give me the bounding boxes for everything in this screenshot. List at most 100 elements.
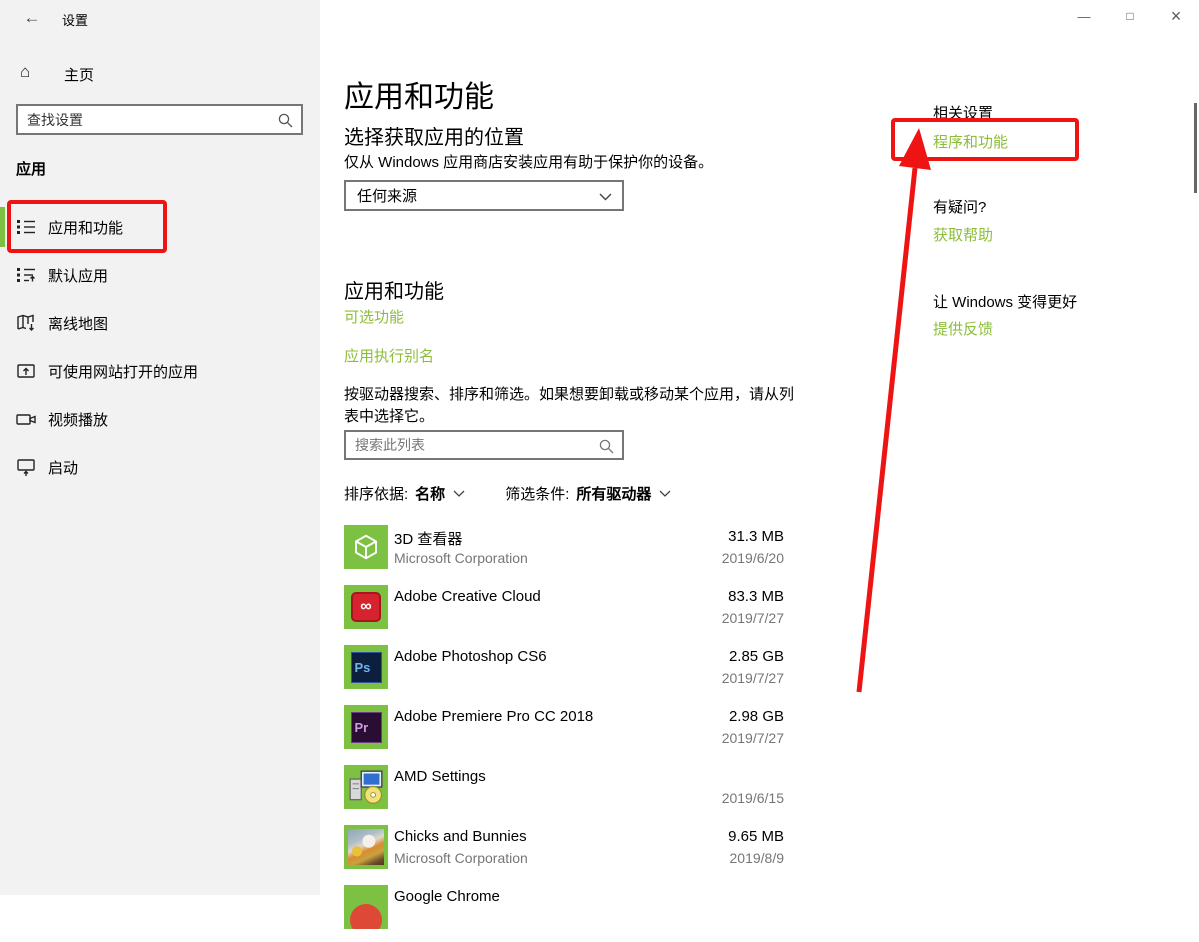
search-icon bbox=[598, 438, 615, 455]
sidebar-nav: 应用和功能 默认应用 离线地图 可使用网站打开的应用 视频播放 启动 bbox=[0, 203, 320, 491]
photo-thumbnail-icon bbox=[348, 829, 384, 865]
app-date: 2019/7/27 bbox=[722, 610, 784, 626]
app-name: Chicks and Bunnies bbox=[394, 828, 527, 845]
chevron-down-icon bbox=[599, 193, 612, 201]
close-button[interactable]: × bbox=[1153, 0, 1199, 32]
install-source-dropdown[interactable]: 任何来源 bbox=[344, 180, 624, 211]
photoshop-icon: Ps bbox=[351, 652, 382, 683]
sidebar-item-apps-websites[interactable]: 可使用网站打开的应用 bbox=[0, 347, 320, 395]
sidebar-item-label: 启动 bbox=[48, 457, 78, 478]
app-icon bbox=[344, 825, 388, 869]
chrome-icon bbox=[350, 904, 382, 929]
video-camera-icon bbox=[15, 408, 37, 430]
app-icon bbox=[344, 765, 388, 809]
apps-search-box bbox=[344, 430, 624, 460]
sidebar-item-label: 应用和功能 bbox=[48, 217, 123, 238]
app-row[interactable]: AMD Settings 2019/6/15 bbox=[344, 762, 784, 822]
app-size: 2.98 GB bbox=[729, 708, 784, 725]
settings-search-box bbox=[16, 104, 303, 135]
make-windows-better-heading: 让 Windows 变得更好 bbox=[933, 291, 1077, 312]
settings-search-input[interactable] bbox=[18, 106, 301, 133]
sidebar-item-label: 可使用网站打开的应用 bbox=[48, 361, 198, 382]
filter-label: 筛选条件: bbox=[505, 483, 569, 504]
app-date: 2019/6/15 bbox=[722, 790, 784, 806]
app-row[interactable]: Google Chrome bbox=[344, 882, 784, 942]
app-icon bbox=[344, 525, 388, 569]
page-title: 应用和功能 bbox=[344, 72, 494, 116]
sidebar-item-label: 视频播放 bbox=[48, 409, 108, 430]
app-row[interactable]: Ps Adobe Photoshop CS6 2.85 GB 2019/7/27 bbox=[344, 642, 784, 702]
selected-accent-bar bbox=[0, 207, 5, 247]
home-icon: ⌂ bbox=[20, 62, 30, 82]
app-name: 3D 查看器 bbox=[394, 528, 462, 549]
related-settings-heading: 相关设置 bbox=[933, 102, 993, 123]
sidebar-item-video-playback[interactable]: 视频播放 bbox=[0, 395, 320, 443]
apps-list: 3D 查看器 Microsoft Corporation 31.3 MB 201… bbox=[344, 522, 784, 942]
optional-features-link[interactable]: 可选功能 bbox=[344, 306, 404, 327]
window-title: 设置 bbox=[62, 10, 88, 29]
app-date: 2019/7/27 bbox=[722, 730, 784, 746]
app-name: Adobe Creative Cloud bbox=[394, 588, 541, 605]
minimize-button[interactable]: — bbox=[1061, 0, 1107, 32]
dropdown-selected-value: 任何来源 bbox=[357, 185, 417, 206]
scrollbar-thumb[interactable] bbox=[1194, 103, 1197, 193]
window-controls: — □ × bbox=[1061, 0, 1199, 32]
app-icon: ∞ bbox=[344, 585, 388, 629]
cube-3d-icon bbox=[351, 532, 381, 562]
app-publisher: Microsoft Corporation bbox=[394, 850, 528, 866]
app-name: AMD Settings bbox=[394, 768, 486, 785]
installer-icon bbox=[347, 768, 385, 806]
sidebar-item-offline-maps[interactable]: 离线地图 bbox=[0, 299, 320, 347]
app-size: 31.3 MB bbox=[728, 528, 784, 545]
app-icon: Ps bbox=[344, 645, 388, 689]
get-help-link[interactable]: 获取帮助 bbox=[933, 224, 993, 245]
app-row[interactable]: Chicks and Bunnies Microsoft Corporation… bbox=[344, 822, 784, 882]
premiere-icon: Pr bbox=[351, 712, 382, 743]
app-row[interactable]: ∞ Adobe Creative Cloud 83.3 MB 2019/7/27 bbox=[344, 582, 784, 642]
sidebar-section-label: 应用 bbox=[16, 158, 46, 179]
sidebar-item-label: 离线地图 bbox=[48, 313, 108, 334]
box-arrow-up-icon bbox=[15, 360, 37, 382]
app-size: 2.85 GB bbox=[729, 648, 784, 665]
filter-value-dropdown[interactable]: 所有驱动器 bbox=[576, 483, 651, 504]
app-row[interactable]: 3D 查看器 Microsoft Corporation 31.3 MB 201… bbox=[344, 522, 784, 582]
app-row[interactable]: Pr Adobe Premiere Pro CC 2018 2.98 GB 20… bbox=[344, 702, 784, 762]
chevron-down-icon[interactable] bbox=[453, 490, 465, 497]
app-size: 83.3 MB bbox=[728, 588, 784, 605]
install-source-heading: 选择获取应用的位置 bbox=[344, 121, 524, 150]
sidebar-item-home[interactable]: ⌂ 主页 bbox=[0, 58, 320, 90]
app-date: 2019/6/20 bbox=[722, 550, 784, 566]
app-publisher: Microsoft Corporation bbox=[394, 550, 528, 566]
sidebar-item-default-apps[interactable]: 默认应用 bbox=[0, 251, 320, 299]
app-name: Adobe Photoshop CS6 bbox=[394, 648, 547, 665]
chevron-down-icon[interactable] bbox=[659, 490, 671, 497]
adobe-cc-icon: ∞ bbox=[351, 592, 381, 622]
sort-value-dropdown[interactable]: 名称 bbox=[415, 483, 445, 504]
apps-section-heading: 应用和功能 bbox=[344, 275, 444, 304]
app-icon: Pr bbox=[344, 705, 388, 749]
map-download-icon bbox=[15, 312, 37, 334]
apps-search-input[interactable] bbox=[346, 432, 622, 458]
monitor-arrow-up-icon bbox=[15, 456, 37, 478]
app-date: 2019/8/9 bbox=[730, 850, 785, 866]
app-date: 2019/7/27 bbox=[722, 670, 784, 686]
apps-list-description: 按驱动器搜索、排序和筛选。如果想要卸载或移动某个应用，请从列表中选择它。 bbox=[344, 384, 800, 428]
sort-label: 排序依据: bbox=[344, 483, 408, 504]
list-bullets-icon bbox=[15, 216, 37, 238]
sidebar-item-apps-features[interactable]: 应用和功能 bbox=[0, 203, 320, 251]
have-question-heading: 有疑问? bbox=[933, 196, 986, 217]
back-button[interactable]: ← bbox=[18, 6, 46, 30]
sidebar-item-label: 默认应用 bbox=[48, 265, 108, 286]
list-default-icon bbox=[15, 264, 37, 286]
maximize-button[interactable]: □ bbox=[1107, 0, 1153, 32]
sort-filter-row: 排序依据: 名称 筛选条件: 所有驱动器 bbox=[344, 483, 671, 504]
give-feedback-link[interactable]: 提供反馈 bbox=[933, 318, 993, 339]
app-execution-aliases-link[interactable]: 应用执行别名 bbox=[344, 345, 434, 366]
app-name: Google Chrome bbox=[394, 888, 500, 905]
programs-and-features-link[interactable]: 程序和功能 bbox=[933, 131, 1008, 152]
search-icon bbox=[277, 112, 294, 129]
home-label: 主页 bbox=[64, 64, 94, 85]
sidebar-item-startup[interactable]: 启动 bbox=[0, 443, 320, 491]
sidebar: ← 设置 ⌂ 主页 应用 应用和功能 默认应用 离线地图 bbox=[0, 0, 320, 895]
app-size: 9.65 MB bbox=[728, 828, 784, 845]
